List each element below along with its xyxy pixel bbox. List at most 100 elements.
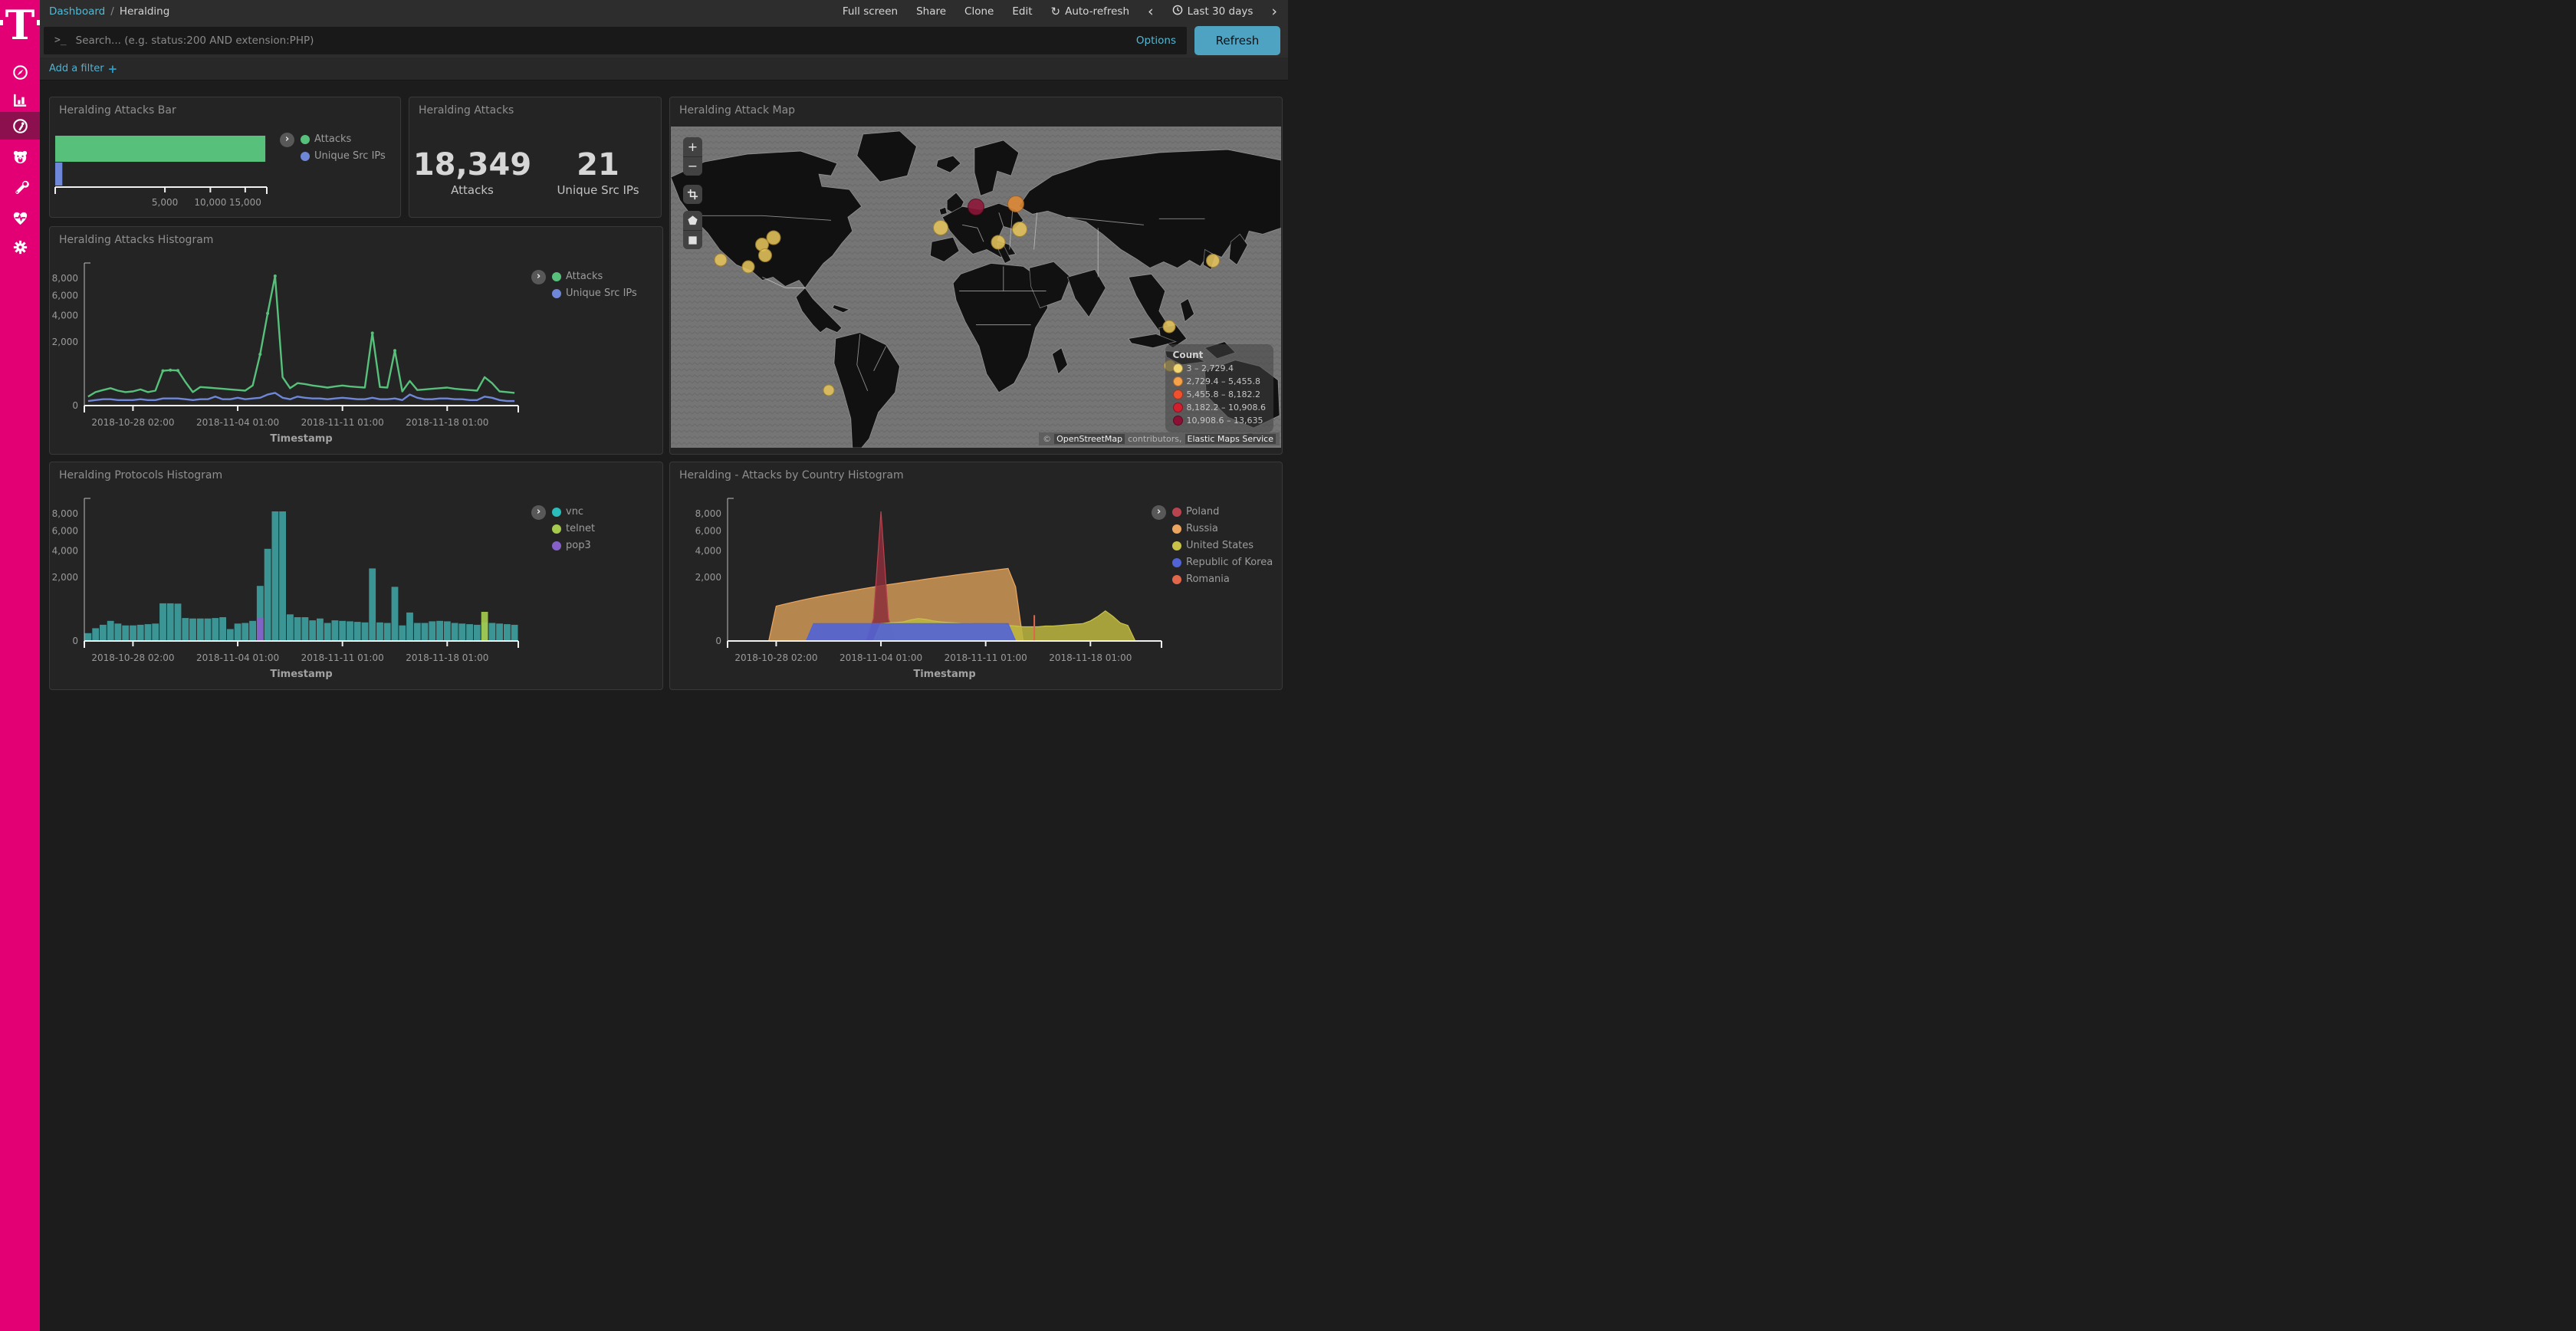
legend-color-dot: [552, 272, 561, 281]
legend-item[interactable]: United States: [1172, 540, 1273, 551]
options-link[interactable]: Options: [1136, 35, 1176, 47]
map-legend-label: 10,908.6 – 13,635: [1187, 416, 1263, 426]
map-legend-dot: [1173, 376, 1183, 386]
map-marker-orange: [1007, 196, 1024, 212]
map-marker-darkred: [968, 199, 984, 215]
panel-attack-map: Heralding Attack Map: [669, 97, 1283, 455]
openstreetmap-link[interactable]: OpenStreetMap: [1054, 434, 1125, 444]
svg-text:15,000: 15,000: [229, 197, 261, 208]
share-button[interactable]: Share: [916, 5, 946, 18]
logo-square-right: [37, 20, 40, 25]
legend-item[interactable]: Romania: [1172, 573, 1273, 585]
legend-toggle-icon[interactable]: ›: [1152, 505, 1166, 520]
refresh-button[interactable]: Refresh: [1194, 26, 1280, 55]
logo-square-left: [0, 20, 3, 25]
map-marker-yellow: [1206, 254, 1220, 268]
legend-item[interactable]: Attacks: [301, 133, 386, 145]
svg-text:2018-11-11 01:00: 2018-11-11 01:00: [301, 652, 384, 663]
legend-color-dot: [1172, 524, 1181, 534]
legend-toggle-icon[interactable]: ›: [531, 270, 546, 284]
sidebar-item-discover[interactable]: [0, 58, 40, 86]
legend-toggle-icon[interactable]: ›: [531, 505, 546, 520]
map-marker-yellow: [758, 248, 772, 262]
legend-item[interactable]: Attacks: [552, 271, 637, 282]
rectangle-draw-icon[interactable]: [683, 230, 702, 249]
svg-text:0: 0: [72, 636, 78, 646]
map-legend-dot: [1173, 403, 1183, 412]
legend: › vnc telnet pop3: [531, 505, 595, 551]
legend-color-dot: [552, 524, 561, 534]
legend-item[interactable]: Russia: [1172, 523, 1273, 534]
legend-item[interactable]: Unique Src IPs: [301, 150, 386, 162]
sidebar-item-tpot[interactable]: [0, 143, 40, 170]
legend-item[interactable]: Unique Src IPs: [552, 288, 637, 299]
map-legend-label: 3 – 2,729.4: [1187, 363, 1234, 373]
sidebar-item-visualize[interactable]: [0, 86, 40, 113]
map-marker-yellow: [1162, 320, 1175, 334]
legend-color-dot: [552, 289, 561, 298]
map-count-legend: Count 3 – 2,729.42,729.4 – 5,455.85,455.…: [1165, 344, 1273, 432]
legend-item[interactable]: Poland: [1172, 506, 1273, 518]
breadcrumb-current: Heralding: [120, 5, 169, 18]
map-legend-label: 2,729.4 – 5,455.8: [1187, 376, 1260, 386]
breadcrumb: Dashboard / Heralding: [49, 5, 169, 18]
polygon-draw-icon[interactable]: [683, 211, 702, 230]
crop-icon[interactable]: [683, 185, 702, 204]
search-input[interactable]: [74, 34, 1129, 48]
svg-text:4,000: 4,000: [52, 546, 78, 557]
zoom-out-button[interactable]: −: [683, 156, 702, 176]
time-back-chevron[interactable]: ‹: [1148, 5, 1154, 19]
metric-value: 18,349: [409, 147, 535, 182]
svg-text:10,000: 10,000: [194, 197, 226, 208]
panel-title: Heralding Attacks Histogram: [50, 227, 662, 246]
add-filter-link[interactable]: Add a filter+: [49, 62, 117, 76]
sidebar-item-monitoring[interactable]: [0, 204, 40, 232]
legend-color-dot: [1172, 575, 1181, 584]
wrench-icon: [12, 179, 29, 196]
legend-item[interactable]: pop3: [552, 540, 595, 551]
svg-text:0: 0: [72, 400, 78, 411]
clone-button[interactable]: Clone: [964, 5, 994, 18]
edit-button[interactable]: Edit: [1012, 5, 1032, 18]
svg-text:5,000: 5,000: [152, 197, 178, 208]
map-marker-yellow: [991, 235, 1005, 249]
legend-color-dot: [1172, 508, 1181, 517]
telekom-logo[interactable]: T: [0, 0, 40, 64]
legend-item[interactable]: telnet: [552, 523, 595, 534]
sidebar-item-dashboard[interactable]: [0, 112, 40, 140]
breadcrumb-dashboard-link[interactable]: Dashboard: [49, 5, 105, 18]
svg-text:6,000: 6,000: [52, 290, 78, 301]
map-marker-yellow: [742, 260, 755, 273]
map-marker-yellow: [715, 253, 728, 266]
legend-label: Russia: [1186, 523, 1218, 534]
world-map[interactable]: + − Count 3 – 2,729.42,729.4 – 5,455.85,…: [671, 127, 1281, 448]
time-forward-chevron[interactable]: ›: [1271, 5, 1277, 19]
legend-label: Romania: [1186, 573, 1230, 585]
panel-title: Heralding Attacks Bar: [50, 97, 400, 117]
legend-label: Republic of Korea: [1186, 557, 1273, 568]
auto-refresh-button[interactable]: ↻Auto-refresh: [1051, 5, 1130, 18]
legend-item[interactable]: Republic of Korea: [1172, 557, 1273, 568]
legend-title: Count: [1173, 350, 1266, 360]
logo-t: T: [5, 11, 35, 64]
legend-color-dot: [552, 508, 561, 517]
sidebar-item-management[interactable]: [0, 233, 40, 261]
refresh-cycle-icon: ↻: [1051, 5, 1061, 18]
search-box: >_ Options: [44, 27, 1187, 54]
svg-text:2018-10-28 02:00: 2018-10-28 02:00: [91, 652, 174, 663]
panel-attacks-metric: Heralding Attacks 18,349 Attacks 21 Uniq…: [409, 97, 662, 218]
legend-item[interactable]: vnc: [552, 506, 595, 518]
legend-label: Poland: [1186, 506, 1219, 518]
sidebar-item-devtools[interactable]: [0, 173, 40, 201]
full-screen-button[interactable]: Full screen: [843, 5, 898, 18]
svg-text:2,000: 2,000: [52, 572, 78, 583]
zoom-in-button[interactable]: +: [683, 137, 702, 156]
legend-label: Attacks: [314, 133, 351, 145]
copyright-icon: ©: [1043, 434, 1051, 444]
dashboard-grid: Heralding Attacks Bar 5,00010,00015,000 …: [40, 81, 1288, 666]
metric-unique-src-ips: 21 Unique Src IPs: [535, 147, 661, 197]
svg-text:2018-11-18 01:00: 2018-11-18 01:00: [1049, 652, 1132, 663]
elastic-maps-link[interactable]: Elastic Maps Service: [1185, 434, 1276, 444]
time-range-picker[interactable]: Last 30 days: [1172, 5, 1254, 18]
legend-toggle-icon[interactable]: ›: [280, 133, 294, 147]
